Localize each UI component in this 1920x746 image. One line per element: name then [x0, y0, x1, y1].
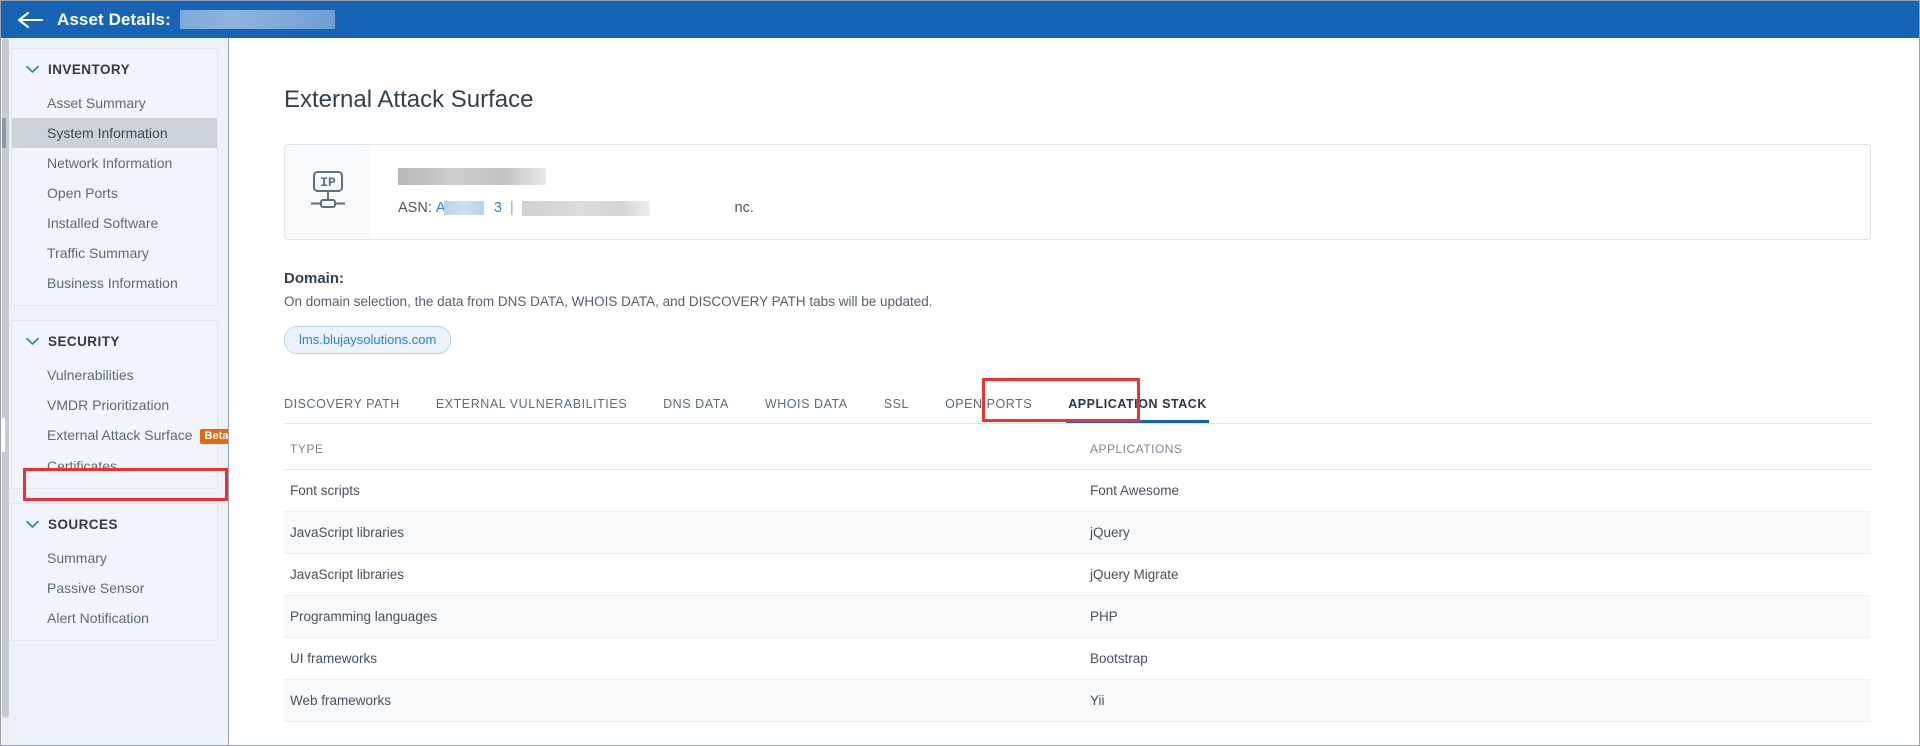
sidebar-item-network-information[interactable]: Network Information — [12, 148, 217, 178]
page-header-title: Asset Details: — [57, 9, 171, 29]
chevron-down-icon — [26, 65, 39, 74]
cell-application: Bootstrap — [1084, 637, 1871, 680]
application-stack-table: TYPE APPLICATIONS Font scripts Font Awes… — [284, 424, 1871, 722]
asn-suffix: 3 — [493, 200, 502, 216]
redacted-asset-name — [179, 10, 335, 29]
domain-label: Domain: — [284, 270, 344, 287]
sidebar-group-title: INVENTORY — [48, 62, 131, 77]
cell-application: jQuery Migrate — [1084, 553, 1871, 596]
window-body: INVENTORY Asset Summary System Informati… — [1, 38, 1919, 745]
table-row[interactable]: Font scripts Font Awesome — [284, 469, 1871, 512]
cell-type: Web frameworks — [284, 679, 1084, 722]
sidebar-group-header-sources[interactable]: SOURCES — [12, 504, 217, 543]
sidebar-item-alert-notification[interactable]: Alert Notification — [12, 603, 217, 640]
beta-badge: Beta — [199, 429, 228, 444]
sidebar-group-title: SOURCES — [48, 517, 118, 532]
sidebar-group-title: SECURITY — [48, 334, 120, 349]
main-content: External Attack Surface IP ASN: A 3 | nc… — [229, 38, 1919, 745]
cell-application: PHP — [1084, 595, 1871, 638]
asn-value-link[interactable]: AXXXXX3 — [436, 200, 502, 216]
sidebar-group-inventory: INVENTORY Asset Summary System Informati… — [2, 48, 218, 306]
tab-external-vulnerabilities[interactable]: EXTERNAL VULNERABILITIES — [436, 397, 627, 423]
tab-discovery-path[interactable]: DISCOVERY PATH — [284, 397, 400, 423]
sidebar-item-vulnerabilities[interactable]: Vulnerabilities — [12, 360, 217, 390]
tab-dns-data[interactable]: DNS DATA — [663, 397, 729, 423]
sidebar-group-sources: SOURCES Summary Passive Sensor Alert Not… — [11, 503, 218, 641]
table-row[interactable]: Programming languages PHP — [284, 595, 1871, 638]
redacted-organization — [521, 201, 650, 216]
sidebar-item-label: External Attack Surface — [47, 427, 193, 443]
tab-bar: DISCOVERY PATH EXTERNAL VULNERABILITIES … — [284, 378, 1871, 424]
domain-block: Domain: On domain selection, the data fr… — [284, 270, 1871, 354]
cell-type: Font scripts — [284, 469, 1084, 512]
sidebar-item-business-information[interactable]: Business Information — [12, 268, 217, 305]
table-head: TYPE APPLICATIONS — [284, 424, 1871, 470]
asn-separator: | — [509, 200, 514, 216]
sidebar-item-system-information[interactable]: System Information — [2, 118, 217, 148]
left-sidebar: INVENTORY Asset Summary System Informati… — [1, 38, 229, 745]
asset-details-window: Asset Details: INVENTORY Asset Summary S… — [0, 0, 1920, 746]
cell-application: Font Awesome — [1084, 469, 1871, 512]
tab-application-stack[interactable]: APPLICATION STACK — [1066, 397, 1209, 423]
sidebar-group-security: SECURITY Vulnerabilities VMDR Prioritiza… — [1, 320, 228, 489]
sidebar-item-passive-sensor[interactable]: Passive Sensor — [12, 573, 217, 603]
table-row[interactable]: Web frameworks Yii — [284, 679, 1871, 722]
table-row[interactable]: JavaScript libraries jQuery Migrate — [284, 553, 1871, 596]
ip-node-icon: IP — [305, 167, 351, 218]
sidebar-item-traffic-summary[interactable]: Traffic Summary — [12, 238, 217, 268]
sidebar-item-open-ports[interactable]: Open Ports — [12, 178, 217, 208]
cell-type: JavaScript libraries — [284, 553, 1084, 596]
app-header: Asset Details: — [1, 1, 1919, 38]
tab-open-ports[interactable]: OPEN PORTS — [945, 397, 1032, 423]
column-header-type: TYPE — [284, 424, 1084, 470]
cell-type: JavaScript libraries — [284, 511, 1084, 554]
tab-ssl[interactable]: SSL — [884, 397, 909, 423]
table-header-row: TYPE APPLICATIONS — [284, 424, 1871, 470]
chevron-down-icon — [26, 337, 39, 346]
domain-description: On domain selection, the data from DNS D… — [284, 294, 933, 309]
cell-application: jQuery — [1084, 511, 1871, 554]
svg-text:IP: IP — [320, 175, 336, 190]
arrow-left-icon — [17, 11, 43, 29]
sidebar-item-certificates[interactable]: Certificates — [12, 451, 217, 488]
sidebar-item-asset-summary[interactable]: Asset Summary — [12, 88, 217, 118]
table-row[interactable]: JavaScript libraries jQuery — [284, 511, 1871, 554]
redacted-ip-address — [398, 168, 546, 185]
sidebar-item-summary[interactable]: Summary — [12, 543, 217, 573]
asn-row: ASN: AXXXXX3 | XXXXXXXXXXXXXXXXXXXXXXnc. — [398, 200, 1870, 216]
cell-application: Yii — [1084, 679, 1871, 722]
ip-summary-card: IP ASN: AXXXXX3 — [284, 144, 1871, 240]
sidebar-item-vmdr-prioritization[interactable]: VMDR Prioritization — [12, 390, 217, 420]
cell-type: UI frameworks — [284, 637, 1084, 680]
table-body: Font scripts Font Awesome JavaScript lib… — [284, 469, 1871, 722]
tab-whois-data[interactable]: WHOIS DATA — [765, 397, 848, 423]
asn-label: ASN: — [398, 200, 432, 216]
domain-chip[interactable]: lms.blujaysolutions.com — [284, 326, 452, 354]
ip-card-body: ASN: AXXXXX3 | XXXXXXXXXXXXXXXXXXXXXXnc. — [370, 145, 1870, 239]
sidebar-group-header-security[interactable]: SECURITY — [12, 321, 217, 360]
column-header-applications: APPLICATIONS — [1084, 424, 1871, 470]
cell-type: Programming languages — [284, 595, 1084, 638]
asn-organization: XXXXXXXXXXXXXXXXXXXXXXnc. — [521, 200, 754, 216]
page-title: External Attack Surface — [284, 86, 534, 113]
asn-org-suffix: nc. — [734, 200, 754, 216]
table-row[interactable]: UI frameworks Bootstrap — [284, 637, 1871, 680]
chevron-down-icon — [26, 520, 39, 529]
sidebar-group-header-inventory[interactable]: INVENTORY — [12, 49, 217, 88]
ip-icon-cell: IP — [285, 145, 370, 239]
sidebar-item-external-attack-surface[interactable]: External Attack Surface Beta — [1, 418, 228, 452]
back-button[interactable] — [15, 5, 45, 35]
sidebar-item-installed-software[interactable]: Installed Software — [12, 208, 217, 238]
redacted-asn-number — [443, 201, 484, 215]
